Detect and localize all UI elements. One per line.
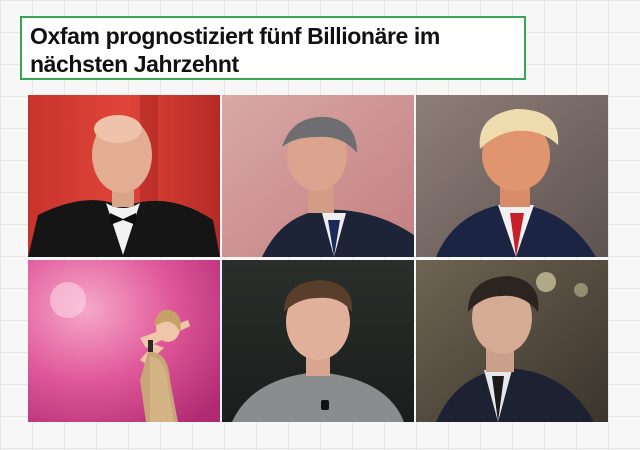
- photo-6-image: [416, 260, 608, 422]
- photo-5: [222, 260, 414, 422]
- photo-5-image: [222, 260, 414, 422]
- photo-1: [28, 95, 220, 257]
- photo-4-image: [28, 260, 220, 422]
- headline-box: Oxfam prognostiziert fünf Billionäre im …: [20, 16, 526, 80]
- headline-title: Oxfam prognostiziert fünf Billionäre im …: [30, 23, 440, 77]
- photo-4: [28, 260, 220, 422]
- photo-grid: [28, 95, 608, 422]
- photo-1-image: [28, 95, 220, 257]
- photo-3: [416, 95, 608, 257]
- photo-6: [416, 260, 608, 422]
- photo-2: [222, 95, 414, 257]
- photo-3-image: [416, 95, 608, 257]
- photo-2-image: [222, 95, 414, 257]
